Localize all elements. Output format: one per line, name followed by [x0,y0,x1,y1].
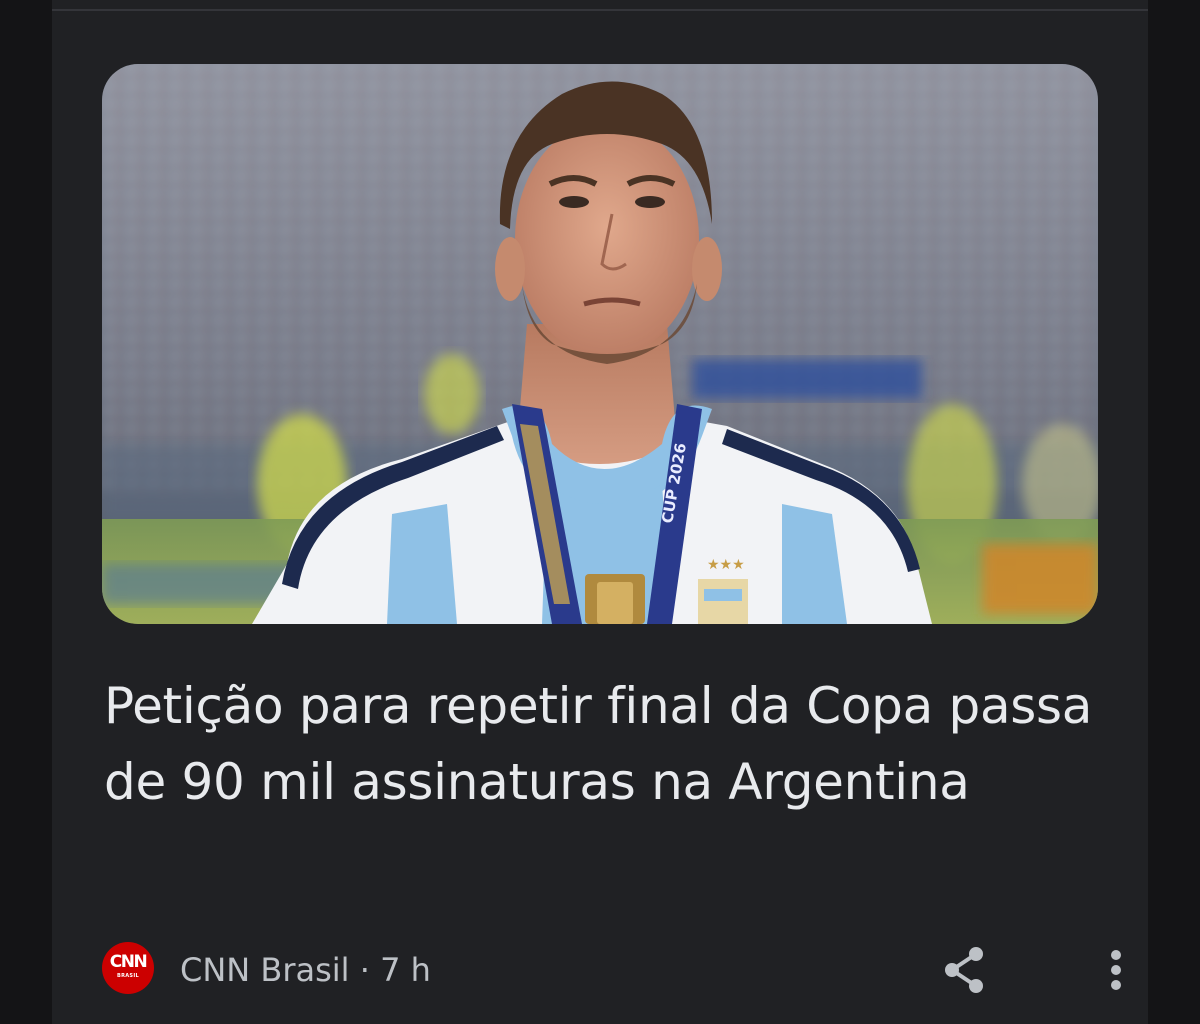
more-options-button[interactable] [1096,942,1136,998]
article-image[interactable]: CUP 2026 ★★★ [102,64,1098,624]
card-divider [52,9,1148,11]
more-vert-icon [1111,950,1121,990]
source-and-time: CNN Brasil · 7 h [180,950,431,990]
meta-separator: · [359,951,370,989]
news-feed: CUP 2026 ★★★ Petição para repetir final … [0,0,1200,1024]
source-name: CNN Brasil [180,951,350,989]
article-meta: CNN BRASIL CNN Brasil · 7 h [102,940,1121,1000]
svg-text:★★★: ★★★ [707,557,745,573]
article-headline[interactable]: Petição para repetir final da Copa passa… [104,668,1094,820]
publish-age: 7 h [380,951,431,989]
share-icon [945,947,983,993]
share-button[interactable] [938,942,994,998]
news-card[interactable]: CUP 2026 ★★★ Petição para repetir final … [52,0,1148,1024]
cnn-brasil-logo: CNN BRASIL [102,942,154,994]
